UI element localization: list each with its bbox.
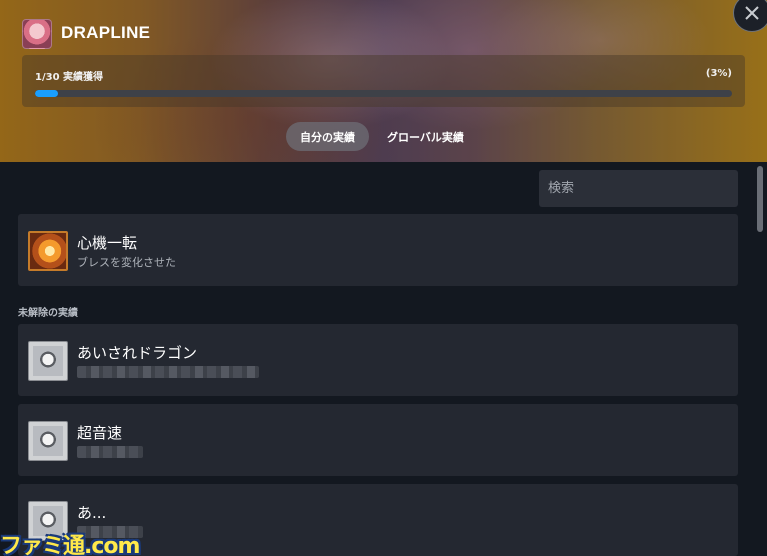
achievement-list-area: 心機一転 ブレスを変化させた 未解除の実績 あいされドラゴン 超音速 あ... — [0, 162, 767, 556]
achievement-card-locked[interactable]: あいされドラゴン — [18, 324, 738, 396]
scrollbar-thumb[interactable] — [757, 166, 763, 232]
game-avatar-icon — [22, 19, 52, 49]
achievement-name: 超音速 — [77, 424, 123, 442]
achievement-name: あいされドラゴン — [77, 344, 198, 362]
flame-breath-icon — [28, 231, 68, 271]
progress-bar-fill — [35, 90, 58, 97]
supersonic-icon — [28, 421, 68, 461]
achievement-description: ブレスを変化させた — [77, 256, 176, 269]
progress-count: 1/30 実績獲得 — [35, 72, 104, 83]
tab-my-achievements[interactable]: 自分の実績 — [286, 122, 369, 151]
achievement-card-unlocked[interactable]: 心機一転 ブレスを変化させた — [18, 214, 738, 286]
locked-section-label: 未解除の実績 — [18, 308, 78, 319]
hidden-description — [77, 446, 143, 458]
close-icon — [745, 6, 759, 20]
game-title: DRAPLINE — [61, 23, 151, 42]
hidden-description — [77, 366, 259, 378]
search-input[interactable] — [539, 170, 738, 207]
achievement-card-locked[interactable]: 超音速 — [18, 404, 738, 476]
tab-global-achievements[interactable]: グローバル実績 — [373, 122, 478, 151]
achievement-name: あ... — [77, 504, 107, 522]
achievement-name: 心機一転 — [77, 234, 138, 252]
progress-percent: (3%) — [705, 68, 732, 79]
achievement-tabs: 自分の実績 グローバル実績 — [286, 122, 478, 151]
game-header: DRAPLINE 1/30 実績獲得 (3%) 自分の実績 グローバル実績 — [0, 0, 767, 162]
dragon-girl-icon — [28, 341, 68, 381]
progress-bar — [35, 90, 732, 97]
site-watermark: ファミ通.com — [0, 534, 140, 556]
achievement-progress-panel: 1/30 実績獲得 (3%) — [22, 55, 745, 107]
